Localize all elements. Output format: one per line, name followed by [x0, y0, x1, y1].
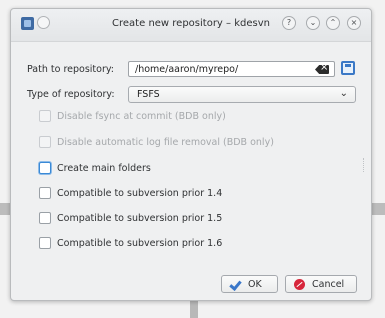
minimize-icon[interactable]: ⌄	[306, 16, 320, 30]
close-icon[interactable]: ×	[347, 16, 361, 30]
cancel-button[interactable]: Cancel	[285, 275, 357, 293]
help-icon[interactable]: ?	[282, 16, 296, 30]
checkbox[interactable]	[39, 136, 51, 148]
cancel-label: Cancel	[312, 279, 345, 290]
checkbox[interactable]	[39, 212, 51, 224]
repository-type-value: FSFS	[137, 89, 160, 100]
path-value: /home/aaron/myrepo/	[135, 64, 239, 75]
type-label: Type of repository:	[27, 89, 115, 100]
cancel-icon	[294, 279, 305, 290]
browse-folder-icon[interactable]	[341, 61, 355, 75]
checkbox[interactable]	[39, 237, 51, 249]
check-icon	[230, 279, 241, 290]
checkbox[interactable]	[39, 162, 51, 174]
ok-button[interactable]: OK	[221, 275, 278, 293]
checkbox[interactable]	[39, 187, 51, 199]
path-input[interactable]: /home/aaron/myrepo/	[128, 61, 335, 77]
maximize-icon[interactable]: ⌃	[326, 16, 340, 30]
option-label: Disable fsync at commit (BDB only)	[57, 111, 226, 122]
background-rule-right	[372, 203, 385, 215]
repository-type-select[interactable]: FSFS ⌄	[128, 86, 356, 103]
chevron-down-icon: ⌄	[339, 88, 348, 99]
title-bar[interactable]: Create new repository – kdesvn ? ⌄ ⌃ ×	[11, 9, 371, 42]
option-label: Disable automatic log file removal (BDB …	[57, 137, 274, 148]
option-label: Create main folders	[57, 163, 151, 174]
ok-label: OK	[248, 279, 262, 290]
clear-text-icon[interactable]	[315, 65, 329, 74]
background-rule-bottom	[190, 300, 198, 318]
option-label: Compatible to subversion prior 1.6	[57, 238, 223, 249]
keep-above-icon[interactable]	[37, 16, 50, 29]
path-label: Path to repository:	[27, 64, 114, 75]
window-title: Create new repository – kdesvn	[112, 18, 270, 29]
kdesvn-app-icon[interactable]	[21, 17, 34, 30]
checkbox[interactable]	[39, 110, 51, 122]
resize-grip[interactable]	[363, 158, 366, 172]
create-repository-dialog: Create new repository – kdesvn ? ⌄ ⌃ × P…	[10, 8, 372, 301]
option-label: Compatible to subversion prior 1.4	[57, 188, 223, 199]
option-label: Compatible to subversion prior 1.5	[57, 213, 223, 224]
